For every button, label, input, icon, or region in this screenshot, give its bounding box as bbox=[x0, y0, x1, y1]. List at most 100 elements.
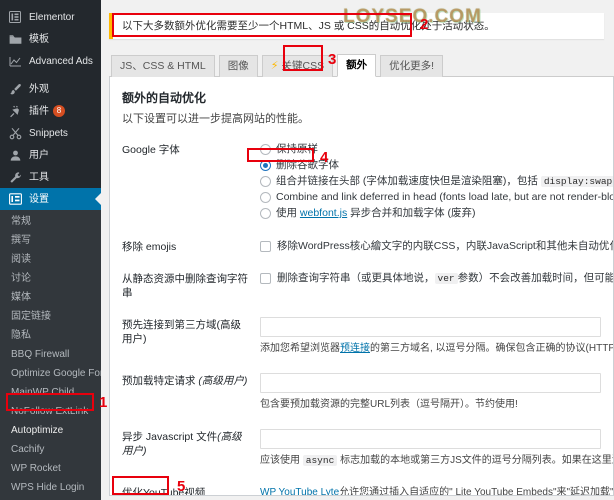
bolt-icon: ⚡ bbox=[270, 60, 279, 72]
tab-images[interactable]: 图像 bbox=[218, 55, 258, 77]
admin-notice-warning: 以下大多数额外优化需要至少一个HTML、JS 或 CSS的自动优化处于活动状态。 bbox=[109, 13, 604, 39]
submenu-item-writing[interactable]: 撰写 bbox=[0, 231, 101, 250]
tab-extra[interactable]: 额外 bbox=[337, 54, 377, 77]
row-google-fonts: Google 字体 保持原样 删除谷歌字体 组合并链接在头部 (字体加载速度快但… bbox=[122, 137, 613, 234]
row-control: 删除查询字符串（或更具体地说，ver参数）不会改善加载时间，但可能会提高性能分数… bbox=[260, 266, 613, 312]
sidebar-item-elementor[interactable]: Elementor bbox=[0, 6, 101, 28]
row-control: 保持原样 删除谷歌字体 组合并链接在头部 (字体加载速度快但是渲染阻塞)，包括 … bbox=[260, 137, 613, 234]
plugins-update-badge: 8 bbox=[53, 105, 65, 117]
code-async: async bbox=[302, 455, 338, 466]
admin-sidebar: Elementor 模板 Advanced Ads 外观 插件 8 Snippe… bbox=[0, 0, 101, 500]
notice-text: 以下大多数额外优化需要至少一个HTML、JS 或 CSS的自动优化处于活动状态。 bbox=[122, 20, 495, 32]
checkbox-icon[interactable] bbox=[260, 273, 271, 284]
async-js-input[interactable] bbox=[260, 429, 601, 449]
radio-label: 保持原样 bbox=[276, 143, 318, 155]
scissors-icon bbox=[7, 126, 23, 140]
sidebar-item-appearance[interactable]: 外观 bbox=[0, 78, 101, 100]
row-optimize-youtube: 优化YouTube视频 WP YouTube Lyte允许您通过插入自适应的" … bbox=[122, 480, 613, 495]
tab-critical-css[interactable]: ⚡ 关键CSS bbox=[261, 55, 334, 77]
submenu-item-general[interactable]: 常规 bbox=[0, 212, 101, 231]
code-ver: ver bbox=[434, 273, 458, 284]
sidebar-item-snippets[interactable]: Snippets bbox=[0, 122, 101, 144]
radio-option-keep-as-is[interactable]: 保持原样 bbox=[260, 142, 601, 157]
checkbox-label: 移除WordPress核心繪文字的内联CSS，内联JavaScript和其他未自… bbox=[277, 240, 613, 252]
radio-combine-link-head[interactable]: 组合并链接在头部 (字体加载速度快但是渲染阻塞)，包括 display:swap… bbox=[260, 174, 613, 189]
elementor-icon bbox=[7, 10, 23, 24]
row-label: 异步 Javascript 文件(高级用户) bbox=[122, 431, 242, 457]
sidebar-item-plugins[interactable]: 插件 8 bbox=[0, 100, 101, 122]
sidebar-item-advanced-ads[interactable]: Advanced Ads bbox=[0, 50, 101, 72]
submenu-item-mainwp-child[interactable]: MainWP Child bbox=[0, 383, 101, 402]
preconnect-link[interactable]: 预连接 bbox=[340, 343, 370, 354]
submenu-item-optimize-google-fonts[interactable]: Optimize Google Fonts bbox=[0, 364, 101, 383]
plug-icon bbox=[7, 104, 23, 118]
tab-label: 优化更多! bbox=[389, 60, 435, 72]
sidebar-item-label: Advanced Ads bbox=[29, 55, 93, 67]
wp-youtube-lyte-link[interactable]: WP YouTube Lyte bbox=[260, 487, 339, 495]
row-preload: 预加载特定请求 (高级用户) 包含要预加载资源的完整URL列表（逗号隔开）。节约… bbox=[122, 368, 601, 424]
main-content: 以下大多数额外优化需要至少一个HTML、JS 或 CSS的自动优化处于活动状态。… bbox=[101, 0, 614, 500]
radio-combine-deferred-head[interactable]: Combine and link deferred in head (fonts… bbox=[260, 190, 613, 205]
row-preconnect: 预先连接到第三方域(高级用户) 添加您希望浏览器预连接的第三方域名, 以逗号分隔… bbox=[122, 312, 613, 368]
tab-label: 额外 bbox=[346, 59, 368, 71]
tab-label: 关键CSS bbox=[281, 60, 325, 72]
preload-input[interactable] bbox=[260, 373, 601, 393]
checkbox-icon[interactable] bbox=[260, 241, 271, 252]
sidebar-item-users[interactable]: 用户 bbox=[0, 144, 101, 166]
submenu-item-nofollow-extlink[interactable]: NoFollow ExtLink bbox=[0, 402, 101, 421]
row-control: 包含要预加载资源的完整URL列表（逗号隔开）。节约使用! bbox=[260, 368, 601, 424]
submenu-item-reading[interactable]: 阅读 bbox=[0, 250, 101, 269]
sidebar-item-templates[interactable]: 模板 bbox=[0, 28, 101, 50]
submenu-item-permalinks[interactable]: 固定链接 bbox=[0, 307, 101, 326]
row-label: Google 字体 bbox=[122, 144, 180, 156]
annotation-number-2: 2 bbox=[420, 16, 429, 33]
tab-optimize-more[interactable]: 优化更多! bbox=[380, 55, 444, 77]
page-title: 额外的自动优化 bbox=[122, 91, 207, 105]
row-remove-query-strings: 从静态资源中删除查询字符串 删除查询字符串（或更具体地说， ver 参数）不会改善加… bbox=[122, 266, 613, 312]
submenu-item-privacy[interactable]: 隐私 bbox=[0, 326, 101, 345]
submenu-item-discussion[interactable]: 讨论 bbox=[0, 269, 101, 288]
async-js-help: 应该使用 async 标志加载的本地或第三方JS文件的逗号分隔列表。如果在这里添… bbox=[260, 455, 613, 466]
row-remove-emojis: 移除 emojis 移除WordPress核心繪文字的内联CSS，内联JavaS… bbox=[122, 234, 613, 266]
radio-icon[interactable] bbox=[260, 208, 271, 219]
annotation-number-5: 5 bbox=[177, 478, 186, 495]
radio-label: 组合并链接在头部 (字体加载速度快但是渲染阻塞)，包括 display:swap… bbox=[276, 174, 613, 189]
sidebar-item-label: 设置 bbox=[29, 193, 49, 205]
submenu-item-bbq-firewall[interactable]: BBQ Firewall bbox=[0, 345, 101, 364]
radio-icon-checked[interactable] bbox=[260, 160, 271, 171]
submenu-item-autoptimize[interactable]: Autoptimize bbox=[0, 421, 101, 440]
sidebar-item-label: 外观 bbox=[29, 83, 49, 95]
row-control: 添加您希望浏览器预连接的第三方域名, 以逗号分隔。确保包含正确的协议(HTTP或… bbox=[260, 312, 613, 368]
preconnect-input[interactable] bbox=[260, 317, 601, 337]
annotation-number-4: 4 bbox=[320, 149, 329, 166]
radio-icon[interactable] bbox=[260, 192, 271, 203]
radio-icon[interactable] bbox=[260, 144, 271, 155]
sidebar-item-label: 模板 bbox=[29, 33, 49, 45]
sidebar-item-label: 用户 bbox=[29, 149, 49, 161]
radio-icon[interactable] bbox=[260, 176, 271, 187]
sidebar-item-settings[interactable]: 设置 bbox=[0, 188, 101, 210]
webfontjs-link[interactable]: webfont.js bbox=[300, 207, 347, 219]
checkbox-remove-query-strings[interactable]: 删除查询字符串（或更具体地说，ver参数）不会改善加载时间，但可能会提高性能分数… bbox=[260, 271, 613, 286]
settings-icon bbox=[7, 192, 23, 206]
submenu-item-cachify[interactable]: Cachify bbox=[0, 440, 101, 459]
checkbox-remove-emojis[interactable]: 移除WordPress核心繪文字的内联CSS，内联JavaScript和其他未自… bbox=[260, 239, 613, 254]
submenu-item-wp-rocket[interactable]: WP Rocket bbox=[0, 459, 101, 478]
sidebar-item-tools[interactable]: 工具 bbox=[0, 166, 101, 188]
tab-js-css-html[interactable]: JS、CSS & HTML bbox=[111, 55, 215, 77]
chart-icon bbox=[7, 54, 23, 68]
submenu-item-wps-hide-login[interactable]: WPS Hide Login bbox=[0, 478, 101, 497]
settings-tab-bar: JS、CSS & HTML 图像 ⚡ 关键CSS 额外 优化更多! bbox=[109, 53, 614, 77]
tab-label: JS、CSS & HTML bbox=[120, 60, 206, 72]
checkbox-label: 删除查询字符串（或更具体地说，ver参数）不会改善加载时间，但可能会提高性能分数… bbox=[277, 272, 613, 284]
folder-icon bbox=[7, 32, 23, 46]
annotation-number-3: 3 bbox=[328, 51, 337, 68]
submenu-item-media[interactable]: 媒体 bbox=[0, 288, 101, 307]
sidebar-item-label: Elementor bbox=[29, 11, 75, 23]
radio-remove-google-fonts[interactable]: 删除谷歌字体 bbox=[260, 158, 601, 173]
settings-form-table: Google 字体 保持原样 删除谷歌字体 组合并链接在头部 (字体加载速度快但… bbox=[122, 137, 613, 495]
row-label: 从静态资源中删除查询字符串 bbox=[122, 273, 248, 299]
radio-webfontjs[interactable]: 使用 webfont.js 异步合并和加载字体 (废弃) bbox=[260, 206, 601, 221]
sidebar-item-label: 工具 bbox=[29, 171, 49, 183]
settings-submenu: 常规 撰写 阅读 讨论 媒体 固定链接 隐私 BBQ Firewall Opti… bbox=[0, 210, 101, 500]
